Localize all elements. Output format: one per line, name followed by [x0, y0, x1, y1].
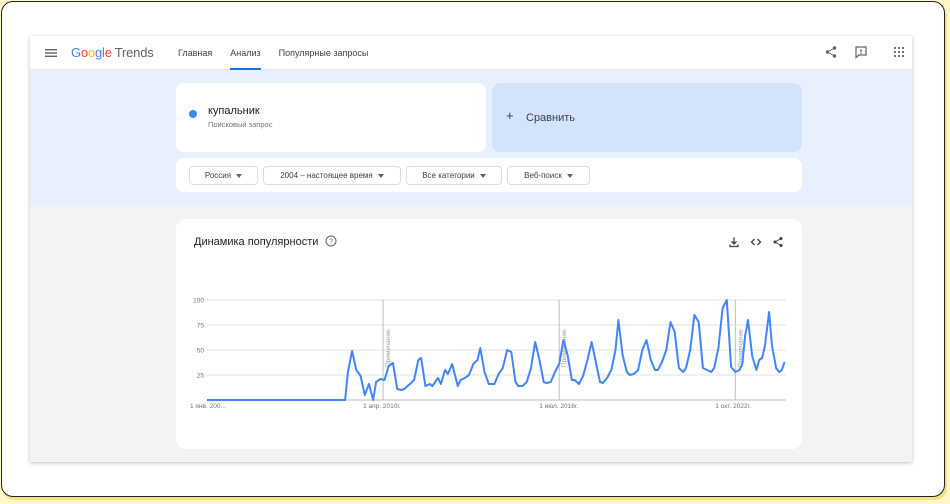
google-trends-app: Google Trends Главная Анализ Популярные з…: [30, 36, 912, 462]
y-tick-label: 25: [197, 373, 205, 380]
y-tick-label: 75: [197, 323, 205, 330]
category-dropdown[interactable]: Все категории: [406, 166, 502, 185]
search-type-dropdown[interactable]: Веб-поиск: [507, 166, 590, 185]
tab-trending[interactable]: Популярные запросы: [279, 36, 369, 70]
main-nav: Главная Анализ Популярные запросы: [178, 36, 368, 70]
x-tick-label: 1 окт. 2022г.: [715, 403, 751, 410]
compare-button[interactable]: + Сравнить: [492, 83, 802, 152]
annotation-label: Примечание: [385, 329, 392, 367]
region-dropdown[interactable]: Россия: [189, 166, 258, 185]
caret-down-icon: [566, 173, 573, 178]
x-tick-label: 1 июл. 2016г.: [539, 403, 578, 410]
top-bar: Google Trends Главная Анализ Популярные з…: [30, 36, 912, 70]
interest-over-time-card: Динамика популярности ? 100 75 50 25 Примеча…: [176, 219, 802, 449]
tab-explore[interactable]: Анализ: [230, 36, 262, 70]
feedback-icon[interactable]: [854, 45, 868, 59]
category-value: Все категории: [422, 171, 475, 180]
caret-down-icon: [479, 173, 486, 178]
search-term-card[interactable]: купальник Поисковый запрос: [176, 83, 486, 152]
term-color-dot: [189, 110, 197, 118]
tab-home[interactable]: Главная: [178, 36, 212, 70]
region-value: Россия: [204, 171, 232, 180]
caret-down-icon: [377, 173, 384, 178]
search-term[interactable]: купальник: [208, 105, 260, 117]
filters-bar: Россия 2004 – настоящее время Все катего…: [176, 158, 802, 192]
plus-icon: +: [506, 108, 514, 123]
y-tick-label: 100: [193, 298, 204, 305]
period-value: 2004 – настоящее время: [280, 171, 373, 180]
caret-down-icon: [236, 173, 243, 178]
logo-google: Google: [71, 45, 112, 60]
share-icon[interactable]: [824, 45, 838, 59]
x-tick-label: 1 апр. 2010г.: [363, 403, 401, 410]
search-term-type: Поисковый запрос: [208, 120, 273, 129]
period-dropdown[interactable]: 2004 – настоящее время: [263, 166, 401, 185]
google-trends-logo[interactable]: Google Trends: [71, 45, 154, 60]
line-chart: 100755025Примечание Примечание Примечание1…: [190, 298, 786, 410]
compare-label: Сравнить: [526, 112, 576, 124]
hamburger-menu-icon[interactable]: [44, 46, 58, 60]
x-tick-label: 1 янв. 200...: [190, 403, 226, 410]
search-type-value: Веб-поиск: [524, 171, 562, 180]
logo-trends: Trends: [114, 45, 154, 60]
y-tick-label: 50: [197, 348, 205, 355]
apps-grid-icon[interactable]: [892, 45, 906, 59]
